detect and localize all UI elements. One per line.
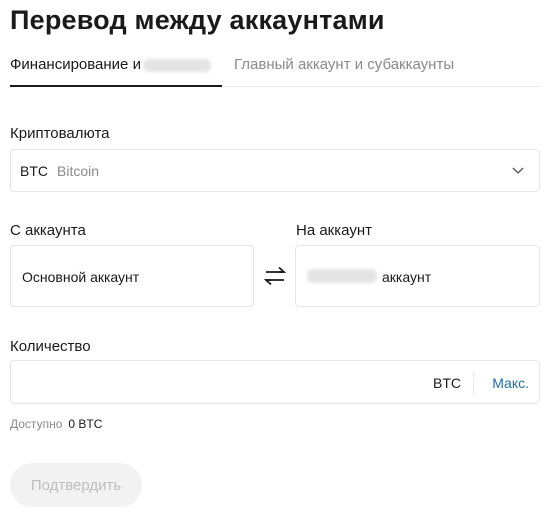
- crypto-label: Криптовалюта: [10, 125, 110, 142]
- redacted-text: [307, 269, 377, 283]
- from-account-select[interactable]: Основной аккаунт: [10, 245, 254, 307]
- to-account-value: аккаунт: [382, 269, 432, 285]
- redacted-text: [142, 58, 211, 72]
- crypto-select[interactable]: BTC Bitcoin: [10, 149, 540, 192]
- to-account-label: На аккаунт: [296, 222, 372, 239]
- tab-funding-label: Финансирование и: [10, 56, 141, 73]
- tab-bar: Финансирование и Главный аккаунт и субак…: [10, 52, 540, 87]
- quantity-divider: [473, 372, 474, 394]
- quantity-input[interactable]: [21, 371, 425, 395]
- max-button[interactable]: Макс.: [492, 375, 529, 391]
- page-title: Перевод между аккаунтами: [10, 5, 385, 35]
- tab-main-and-subaccounts[interactable]: Главный аккаунт и субаккаунты: [234, 56, 454, 73]
- to-account-select[interactable]: аккаунт: [295, 245, 540, 307]
- swap-icon[interactable]: [264, 266, 286, 286]
- crypto-name: Bitcoin: [57, 163, 100, 179]
- active-tab-underline: [10, 85, 222, 87]
- chevron-down-icon: [512, 167, 524, 174]
- quantity-field[interactable]: BTC Макс.: [10, 360, 540, 404]
- from-account-label: С аккаунта: [10, 222, 86, 239]
- confirm-button[interactable]: Подтвердить: [10, 463, 142, 507]
- crypto-ticker: BTC: [20, 163, 48, 179]
- tab-funding[interactable]: Финансирование и: [10, 56, 211, 73]
- available-label: Доступно: [10, 417, 63, 431]
- from-account-value: Основной аккаунт: [22, 269, 140, 285]
- available-balance: Доступно 0 BTC: [10, 417, 102, 431]
- available-amount: 0 BTC: [68, 417, 103, 431]
- quantity-label: Количество: [10, 338, 91, 355]
- quantity-unit: BTC: [433, 375, 461, 391]
